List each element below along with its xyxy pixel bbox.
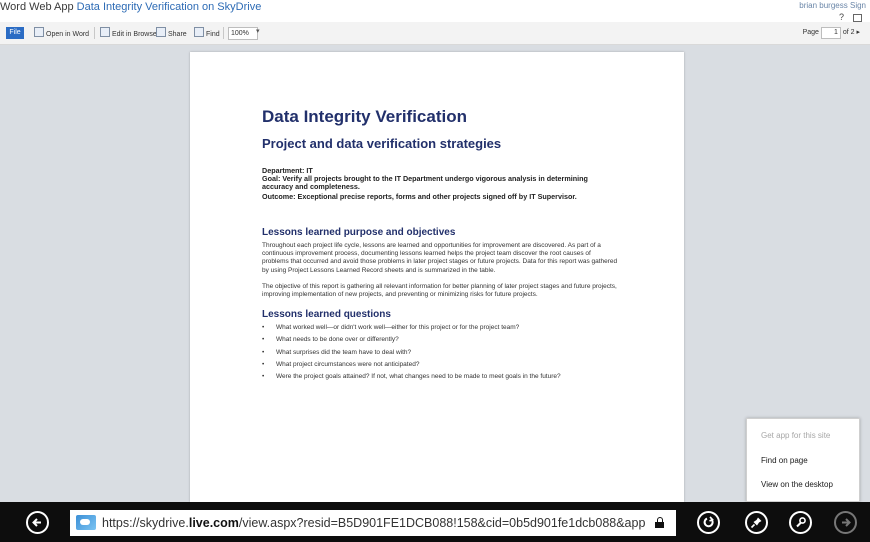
page-number-input[interactable]: 1	[820, 27, 841, 39]
purpose-paragraph-2: The objective of this report is gatherin…	[262, 282, 617, 299]
outcome-line: Outcome: Exceptional precise reports, fo…	[262, 193, 618, 201]
edit-icon	[100, 27, 110, 37]
wrench-icon	[796, 517, 806, 528]
refresh-button[interactable]	[697, 511, 720, 534]
open-in-word-button[interactable]: Open in Word	[34, 27, 89, 39]
section-heading-purpose: Lessons learned purpose and objectives	[262, 227, 456, 238]
zoom-select[interactable]: 100%	[228, 27, 258, 40]
goal-value: Verify all projects brought to the IT De…	[262, 174, 588, 191]
chevron-down-icon[interactable]: ▾	[256, 27, 260, 35]
arrow-left-icon	[32, 518, 41, 527]
document-page: Data Integrity Verification Project and …	[190, 52, 684, 502]
url-domain: live.com	[188, 516, 239, 530]
page-tools-menu: Get app for this site Find on page View …	[746, 418, 860, 502]
pin-icon	[750, 517, 762, 529]
list-item: • What needs to be done over or different…	[262, 336, 618, 344]
edit-in-browser-button[interactable]: Edit in Browser	[100, 27, 159, 39]
skydrive-site-icon	[76, 515, 96, 530]
help-button[interactable]: ?	[839, 12, 844, 22]
bullet-icon: •	[262, 373, 265, 381]
menu-item-get-app: Get app for this site	[761, 431, 831, 440]
page-total: of 2	[842, 29, 855, 36]
word-icon	[34, 27, 44, 37]
list-item: • What worked well—or didn't work well—ei…	[262, 324, 618, 332]
question-text: Were the project goals attained? If not,…	[276, 373, 561, 381]
find-button[interactable]: Find	[194, 27, 220, 39]
url-path: /view.aspx?resid=B5D901FE1DCB088!158&cid…	[238, 516, 646, 530]
meta-block: Department: IT Goal: Verify all projects…	[262, 167, 618, 201]
goal-line: Goal: Verify all projects brought to the…	[262, 175, 618, 191]
toolbar-divider	[94, 27, 95, 39]
document-subtitle: Project and data verification strategies	[262, 136, 502, 151]
outcome-label: Outcome:	[262, 192, 296, 201]
menu-item-view-on-desktop[interactable]: View on the desktop	[761, 480, 833, 489]
page-label: Page	[802, 29, 819, 36]
bullet-icon: •	[262, 360, 265, 368]
toolbar-divider	[223, 27, 224, 39]
back-button[interactable]	[26, 511, 49, 534]
app-name: Word Web App	[0, 1, 74, 13]
forward-button[interactable]	[834, 511, 857, 534]
question-text: What worked well—or didn't work well—eit…	[276, 324, 520, 332]
find-label: Find	[206, 31, 220, 38]
restore-window-icon[interactable]	[853, 14, 862, 22]
arrow-right-icon	[842, 518, 851, 527]
lock-icon[interactable]	[655, 517, 664, 528]
list-item: • What surprises did the team have to dea…	[262, 349, 618, 357]
app-title: Word Web App Data Integrity Verification…	[0, 0, 261, 14]
open-in-word-label: Open in Word	[46, 31, 90, 38]
address-bar[interactable]: https://skydrive.live.com/view.aspx?resi…	[70, 510, 676, 536]
share-label: Share	[168, 31, 187, 38]
ribbon-toolbar: File Open in Word Edit in Browser Share …	[0, 22, 870, 45]
document-title: Data Integrity Verification	[262, 107, 467, 126]
user-signin[interactable]: brian burgess Sign	[799, 1, 866, 10]
browser-app-bar: https://skydrive.live.com/view.aspx?resi…	[0, 502, 870, 542]
next-page-icon[interactable]: ▸	[856, 29, 860, 36]
purpose-paragraph-1: Throughout each project life cycle, less…	[262, 242, 618, 274]
document-name-link[interactable]: Data Integrity Verification	[77, 1, 199, 13]
document-content: Data Integrity Verification Project and …	[262, 107, 618, 385]
file-tab[interactable]: File	[6, 27, 24, 39]
questions-list: • What worked well—or didn't work well—ei…	[262, 324, 618, 381]
url-prefix: https://skydrive.	[102, 516, 189, 530]
refresh-icon	[703, 516, 714, 528]
list-item: • What project circumstances were not ant…	[262, 361, 618, 369]
outcome-value: Exceptional precise reports, forms and o…	[297, 192, 577, 201]
title-bar: Word Web App Data Integrity Verification…	[0, 0, 870, 22]
pin-to-start-button[interactable]	[745, 511, 768, 534]
binoculars-icon	[194, 27, 204, 37]
menu-item-find-on-page[interactable]: Find on page	[761, 456, 808, 465]
reading-pane[interactable]: Data Integrity Verification Project and …	[0, 45, 870, 502]
page-navigator: Page 1 of 2 ▸	[803, 27, 860, 39]
list-item: • Were the project goals attained? If not…	[262, 373, 618, 381]
url-text[interactable]: https://skydrive.live.com/view.aspx?resi…	[102, 510, 650, 536]
bullet-icon: •	[262, 324, 265, 332]
question-text: What surprises did the team have to deal…	[276, 348, 412, 356]
share-icon	[156, 27, 166, 37]
onedrive-link[interactable]: on SkyDrive	[202, 1, 261, 13]
share-button[interactable]: Share	[156, 27, 187, 39]
bullet-icon: •	[262, 348, 265, 356]
section-heading-questions: Lessons learned questions	[262, 309, 391, 321]
question-text: What needs to be done over or differentl…	[276, 336, 399, 344]
edit-in-browser-label: Edit in Browser	[112, 31, 160, 38]
question-text: What project circumstances were not anti…	[276, 360, 420, 368]
sign-out-link[interactable]: Sign	[850, 1, 866, 10]
user-name: brian burgess	[799, 1, 848, 10]
bullet-icon: •	[262, 336, 265, 344]
page-tools-button[interactable]	[789, 511, 812, 534]
